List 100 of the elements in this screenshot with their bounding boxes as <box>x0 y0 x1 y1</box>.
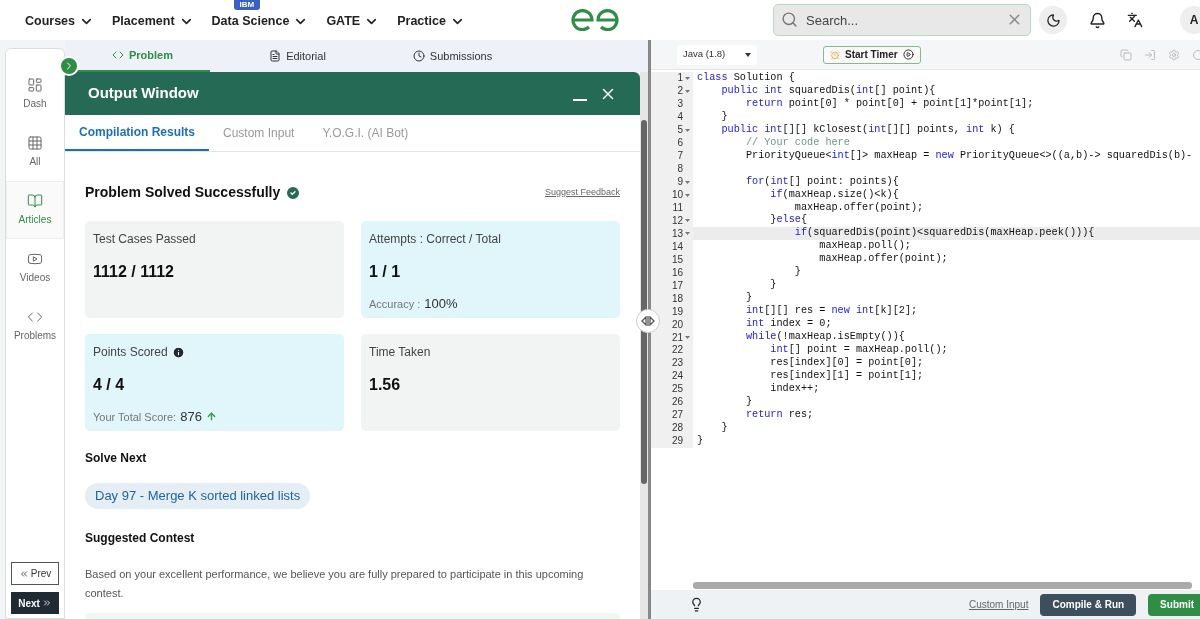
output-tab[interactable]: Compilation Results <box>65 115 209 151</box>
code-line: for(int[] point: points){ <box>744 175 899 189</box>
feedback-link[interactable]: Suggest Feedback <box>544 185 620 200</box>
sidebar-item[interactable]: Articles <box>6 181 64 239</box>
stat-value: 1.56 <box>369 375 402 395</box>
line-number: 28 <box>671 422 683 435</box>
sidebar-item[interactable]: Dash <box>6 65 64 123</box>
line-number: 6 <box>677 137 683 150</box>
caret-icon <box>745 52 751 57</box>
line-number: 10 <box>671 189 683 202</box>
search-field[interactable]: Search... <box>773 4 1031 36</box>
nav-badge: IBM <box>233 0 261 10</box>
nav-menu[interactable]: Courses <box>25 11 95 31</box>
line-number: 27 <box>671 409 683 422</box>
line-number: 1 <box>677 72 683 85</box>
line-number: 23 <box>671 357 683 370</box>
submit-button[interactable]: Submit <box>1148 593 1200 616</box>
scrollbar-thumb[interactable] <box>641 120 647 484</box>
translate-icon[interactable] <box>1127 12 1143 28</box>
line-number: 16 <box>671 266 683 279</box>
line-number: 25 <box>671 383 683 396</box>
prev-button[interactable]: Prev <box>11 562 59 585</box>
line-number: 13 <box>671 227 683 240</box>
fold-caret-icon[interactable] <box>684 89 690 93</box>
bell-icon[interactable] <box>1089 11 1106 29</box>
line-number: 14 <box>671 240 683 253</box>
play-icon <box>27 251 43 267</box>
line-number: 19 <box>671 305 683 318</box>
problem-tab[interactable]: Submissions <box>385 40 520 72</box>
section-title: Suggested Contest <box>85 530 196 547</box>
compile-run-button[interactable]: Compile & Run <box>1040 593 1137 616</box>
moon-icon <box>1045 12 1061 28</box>
code-line: res[index][1] = point[1]; <box>769 369 924 383</box>
fold-caret-icon[interactable] <box>684 193 690 197</box>
sidebar-item[interactable]: Problems <box>6 297 64 355</box>
document-icon <box>269 50 282 62</box>
fold-caret-icon[interactable] <box>684 232 690 236</box>
avatar[interactable]: A <box>1180 6 1200 34</box>
code-line: if(squaredDis(point)<squaredDis(maxHeap.peek())){ <box>793 227 1095 240</box>
check-circle-icon <box>285 184 302 201</box>
minimize-icon[interactable] <box>573 98 587 101</box>
fold-caret-icon[interactable] <box>684 180 690 184</box>
nav-menu[interactable]: GATE <box>326 11 380 31</box>
code-icon <box>27 309 43 325</box>
double-chevron-left-icon <box>18 568 29 579</box>
line-number: 12 <box>671 214 683 227</box>
code-line: } <box>744 292 753 305</box>
nav-menu[interactable]: Placement <box>112 11 194 31</box>
code-line: } <box>696 434 704 448</box>
custom-input-link[interactable]: Custom Input <box>968 597 1029 612</box>
fold-caret-icon[interactable] <box>684 219 690 223</box>
theme-toggle[interactable] <box>1039 6 1067 34</box>
contest-text: Based on your excellent performance, we believe you are fully prepared to participate in this upcoming contest. <box>85 567 585 601</box>
line-number: 5 <box>677 124 683 137</box>
next-button[interactable]: Next <box>11 592 59 614</box>
code-line: maxHeap.offer(point); <box>793 201 924 214</box>
line-number: 21 <box>671 331 683 344</box>
line-number: 2 <box>677 85 683 98</box>
logo-icon[interactable] <box>570 9 620 31</box>
nav-menu[interactable]: Data Science <box>211 11 309 31</box>
code-line: res[index][0] = point[0]; <box>769 356 924 370</box>
code-line: return point[0] * point[0] + point[1]*point[1]; <box>744 97 1034 111</box>
line-number: 8 <box>677 163 683 176</box>
line-number: 22 <box>671 344 683 357</box>
info-icon <box>171 345 185 359</box>
code-line: class Solution { <box>696 72 795 85</box>
code-line: return res; <box>744 408 814 422</box>
clock-icon <box>412 50 425 62</box>
problem-tab[interactable]: Editorial <box>230 40 365 72</box>
stat-label: Test Cases Passed <box>93 231 196 248</box>
dashboard-icon <box>27 77 43 93</box>
line-number: 20 <box>671 318 683 331</box>
horizontal-scrollbar[interactable] <box>693 582 1192 589</box>
window-title: Output Window <box>88 83 199 104</box>
code-line: int index = 0; <box>744 318 832 331</box>
section-title: Solve Next <box>85 450 148 467</box>
fold-caret-icon[interactable] <box>684 128 690 132</box>
code-line: } <box>793 266 801 280</box>
stat-note-value: 100% <box>424 295 458 313</box>
code-line: PriorityQueue<int[]> maxHeap = new PriorityQueue<>((a,b)-> squaredDis(b)- <box>744 149 1193 163</box>
sidebar-item[interactable]: All <box>6 123 64 181</box>
code-line: maxHeap.poll(); <box>818 240 911 253</box>
lightbulb-icon[interactable] <box>689 597 704 612</box>
fold-caret-icon[interactable] <box>684 336 690 340</box>
language-select[interactable]: Java (1.8) <box>677 44 757 65</box>
line-number: 29 <box>671 435 683 448</box>
line-number: 15 <box>671 253 683 266</box>
fold-caret-icon[interactable] <box>684 76 690 80</box>
stat-note-label: Accuracy : <box>369 296 421 312</box>
timer-button[interactable]: Start Timer <box>823 45 921 64</box>
play-circle-icon <box>902 49 914 60</box>
problem-chip[interactable]: Day 97 - Merge K sorted linked lists <box>85 483 311 509</box>
split-arrows-icon <box>641 316 655 326</box>
code-line: if(maxHeap.size()<k){ <box>769 188 899 202</box>
sidebar-item[interactable]: Videos <box>6 239 64 297</box>
code-line: } <box>769 279 777 293</box>
nav-menu[interactable]: Practice <box>397 11 465 31</box>
stat-label: Time Taken <box>369 344 431 361</box>
stat-note-label: Your Total Score: <box>93 409 177 425</box>
line-number: 11 <box>672 202 683 214</box>
